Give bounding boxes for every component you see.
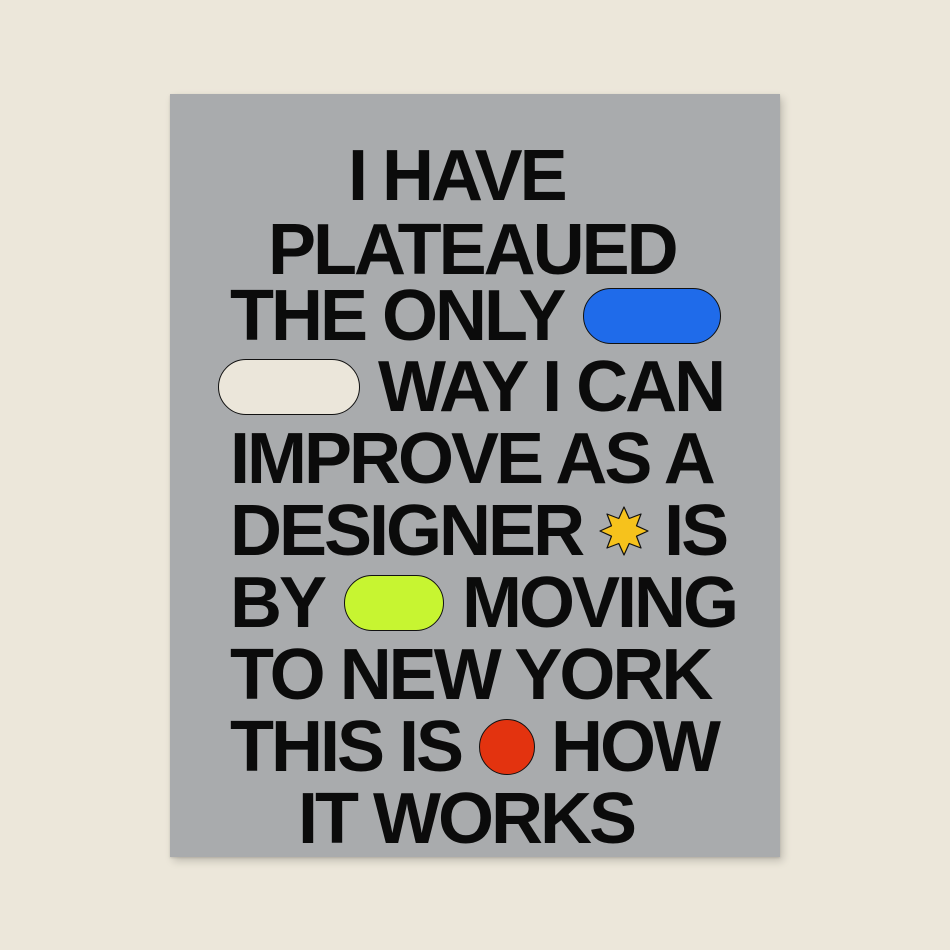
yellow-star-shape — [599, 506, 649, 556]
poster-line-1: I HAVE — [348, 136, 568, 216]
lime-pill-shape — [344, 575, 445, 631]
poster-text-by: BY — [230, 563, 327, 643]
cream-pill-shape — [218, 359, 360, 415]
poster-line-7: BY MOVING — [230, 563, 739, 643]
poster-text-how: HOW — [551, 707, 721, 787]
poster-text-to-new-york: TO NEW YORK — [230, 635, 713, 715]
red-dot-shape — [479, 719, 536, 775]
poster: I HAVE PLATEAUED THE ONLY WAY I CAN IMPR… — [170, 94, 780, 857]
blue-pill-shape — [583, 288, 722, 344]
poster-text-moving: MOVING — [462, 563, 739, 643]
poster-line-4: WAY I CAN — [218, 347, 726, 427]
poster-text-i-have: I HAVE — [348, 136, 568, 216]
poster-line-3: THE ONLY — [230, 276, 722, 356]
poster-text-way-i-can: WAY I CAN — [378, 347, 726, 427]
poster-line-9: THIS IS HOW — [230, 707, 721, 787]
poster-line-2: PLATEAUED — [268, 214, 679, 286]
poster-line-10: IT WORKS — [298, 779, 637, 859]
poster-line-5: IMPROVE AS A — [230, 419, 716, 499]
poster-text-this-is: THIS IS — [230, 707, 464, 787]
poster-text-improve-as-a: IMPROVE AS A — [230, 419, 716, 499]
poster-line-6: DESIGNER IS — [230, 491, 729, 571]
poster-text-it-works: IT WORKS — [298, 779, 637, 859]
poster-text-is: IS — [664, 491, 729, 571]
poster-line-8: TO NEW YORK — [230, 635, 713, 715]
poster-text-the-only: THE ONLY — [230, 276, 566, 356]
poster-text-designer: DESIGNER — [230, 491, 585, 571]
